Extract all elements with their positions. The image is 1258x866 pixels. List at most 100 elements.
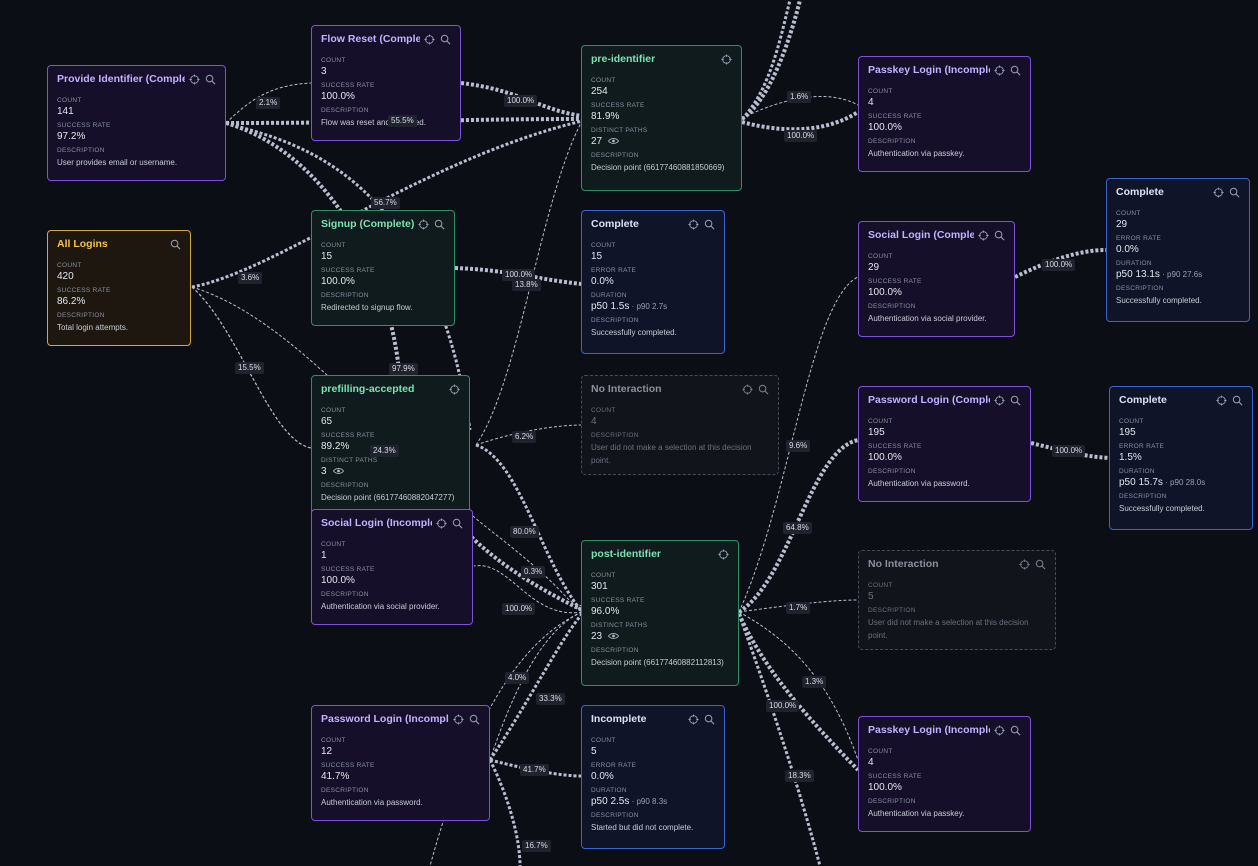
search-icon[interactable] bbox=[434, 219, 445, 230]
edge-label: 9.6% bbox=[786, 440, 811, 452]
node-all-logins[interactable]: All Logins COUNT 420 SUCCESS RATE 86.2% … bbox=[47, 230, 191, 346]
search-icon[interactable] bbox=[1010, 65, 1021, 76]
node-title: Signup (Complete) bbox=[321, 218, 414, 230]
duration-label: DURATION bbox=[1116, 260, 1152, 267]
search-icon[interactable] bbox=[1010, 395, 1021, 406]
target-icon[interactable] bbox=[994, 394, 1005, 406]
duration-p90: · p90 27.6s bbox=[1159, 270, 1203, 279]
metric-value: 86.2% bbox=[57, 296, 86, 307]
metric-value: 97.2% bbox=[57, 131, 86, 142]
search-icon[interactable] bbox=[1232, 395, 1243, 406]
description-text: Decision point (66177460882112813) bbox=[591, 658, 724, 667]
description-label: DESCRIPTION bbox=[1116, 285, 1164, 292]
description-label: DESCRIPTION bbox=[868, 138, 916, 145]
target-icon[interactable] bbox=[721, 53, 732, 65]
node-title: All Logins bbox=[57, 238, 108, 250]
duration-p50: p50 15.7s bbox=[1119, 477, 1163, 488]
eye-icon[interactable] bbox=[332, 467, 344, 475]
description-text: Successfully completed. bbox=[591, 328, 677, 337]
target-icon[interactable] bbox=[1213, 186, 1224, 198]
metric-value: 100.0% bbox=[321, 575, 355, 586]
metric-value: 100.0% bbox=[868, 452, 902, 463]
search-icon[interactable] bbox=[1229, 187, 1240, 198]
node-passkey-login-bottom[interactable]: Passkey Login (Incomplete) COUNT 4 SUCCE… bbox=[858, 716, 1031, 832]
node-social-login-complete[interactable]: Social Login (Complete) COUNT 29 SUCCESS… bbox=[858, 221, 1015, 337]
count-label: COUNT bbox=[321, 242, 346, 249]
count-value: 12 bbox=[321, 746, 333, 757]
node-no-interaction-1[interactable]: No Interaction COUNT 4 DESCRIPTION User … bbox=[581, 375, 779, 475]
node-no-interaction-2[interactable]: No Interaction COUNT 5 DESCRIPTION User … bbox=[858, 550, 1056, 650]
metric-value: 0.0% bbox=[591, 771, 614, 782]
edge-label: 56.7% bbox=[371, 197, 400, 209]
search-icon[interactable] bbox=[440, 34, 451, 45]
count-label: COUNT bbox=[321, 407, 346, 414]
count-label: COUNT bbox=[1119, 418, 1144, 425]
node-incomplete[interactable]: Incomplete COUNT 5 ERROR RATE 0.0% DURAT… bbox=[581, 705, 725, 849]
node-complete-right-top[interactable]: Complete COUNT 29 ERROR RATE 0.0% DURATI… bbox=[1106, 178, 1250, 322]
target-icon[interactable] bbox=[978, 229, 989, 241]
metric-label: SUCCESS RATE bbox=[321, 267, 375, 274]
description-text: Decision point (66177460882047277) bbox=[321, 493, 455, 502]
target-icon[interactable] bbox=[424, 33, 435, 45]
description-text: Total login attempts. bbox=[57, 323, 129, 332]
description-label: DESCRIPTION bbox=[57, 147, 105, 154]
metric-label: ERROR RATE bbox=[1116, 235, 1162, 242]
search-icon[interactable] bbox=[758, 384, 769, 395]
target-icon[interactable] bbox=[994, 64, 1005, 76]
description-label: DESCRIPTION bbox=[868, 798, 916, 805]
target-icon[interactable] bbox=[688, 713, 699, 725]
search-icon[interactable] bbox=[704, 714, 715, 725]
metric-label: SUCCESS RATE bbox=[321, 566, 375, 573]
target-icon[interactable] bbox=[1216, 394, 1227, 406]
paths-value: 3 bbox=[321, 466, 327, 477]
node-password-login-complete[interactable]: Password Login (Complete) COUNT 195 SUCC… bbox=[858, 386, 1031, 502]
search-icon[interactable] bbox=[469, 714, 480, 725]
target-icon[interactable] bbox=[742, 383, 753, 395]
count-label: COUNT bbox=[321, 57, 346, 64]
metric-value: 100.0% bbox=[868, 122, 902, 133]
search-icon[interactable] bbox=[704, 219, 715, 230]
target-icon[interactable] bbox=[718, 548, 729, 560]
eye-icon[interactable] bbox=[608, 137, 620, 145]
node-complete-right-mid[interactable]: Complete COUNT 195 ERROR RATE 1.5% DURAT… bbox=[1109, 386, 1253, 530]
node-title: post-identifier bbox=[591, 548, 661, 560]
edge-label: 24.3% bbox=[370, 445, 399, 457]
count-label: COUNT bbox=[591, 242, 616, 249]
node-password-login-incomplete[interactable]: Password Login (Incomplete) COUNT 12 SUC… bbox=[311, 705, 490, 821]
edge-label: 64.8% bbox=[783, 522, 812, 534]
target-icon[interactable] bbox=[1019, 558, 1030, 570]
count-label: COUNT bbox=[321, 541, 346, 548]
description-label: DESCRIPTION bbox=[591, 432, 639, 439]
target-icon[interactable] bbox=[189, 73, 200, 85]
edge-label: 13.8% bbox=[512, 279, 541, 291]
search-icon[interactable] bbox=[1010, 725, 1021, 736]
node-post-identifier[interactable]: post-identifier COUNT 301 SUCCESS RATE 9… bbox=[581, 540, 739, 686]
count-label: COUNT bbox=[591, 77, 616, 84]
node-signup[interactable]: Signup (Complete) COUNT 15 SUCCESS RATE … bbox=[311, 210, 455, 326]
node-complete-mid[interactable]: Complete COUNT 15 ERROR RATE 0.0% DURATI… bbox=[581, 210, 725, 354]
search-icon[interactable] bbox=[994, 230, 1005, 241]
target-icon[interactable] bbox=[453, 713, 464, 725]
metric-value: 96.0% bbox=[591, 606, 620, 617]
metric-value: 41.7% bbox=[321, 771, 350, 782]
node-passkey-login-top[interactable]: Passkey Login (Incomplete) COUNT 4 SUCCE… bbox=[858, 56, 1031, 172]
search-icon[interactable] bbox=[205, 74, 216, 85]
target-icon[interactable] bbox=[688, 218, 699, 230]
description-text: Successfully completed. bbox=[1119, 504, 1205, 513]
eye-icon[interactable] bbox=[608, 632, 620, 640]
node-title: Social Login (Incomplete) bbox=[321, 517, 432, 529]
node-flow-reset[interactable]: Flow Reset (Complete) COUNT 3 SUCCESS RA… bbox=[311, 25, 461, 141]
node-social-login-incomplete[interactable]: Social Login (Incomplete) COUNT 1 SUCCES… bbox=[311, 509, 473, 625]
target-icon[interactable] bbox=[418, 218, 429, 230]
description-text: Started but did not complete. bbox=[591, 823, 694, 832]
node-pre-identifier[interactable]: pre-identifier COUNT 254 SUCCESS RATE 81… bbox=[581, 45, 742, 191]
description-label: DESCRIPTION bbox=[591, 647, 639, 654]
search-icon[interactable] bbox=[1035, 559, 1046, 570]
node-provide-identifier[interactable]: Provide Identifier (Complete) COUNT 141 … bbox=[47, 65, 226, 181]
target-icon[interactable] bbox=[436, 517, 447, 529]
search-icon[interactable] bbox=[170, 239, 181, 250]
target-icon[interactable] bbox=[449, 383, 460, 395]
target-icon[interactable] bbox=[994, 724, 1005, 736]
description-text: Authentication via password. bbox=[868, 479, 970, 488]
search-icon[interactable] bbox=[452, 518, 463, 529]
